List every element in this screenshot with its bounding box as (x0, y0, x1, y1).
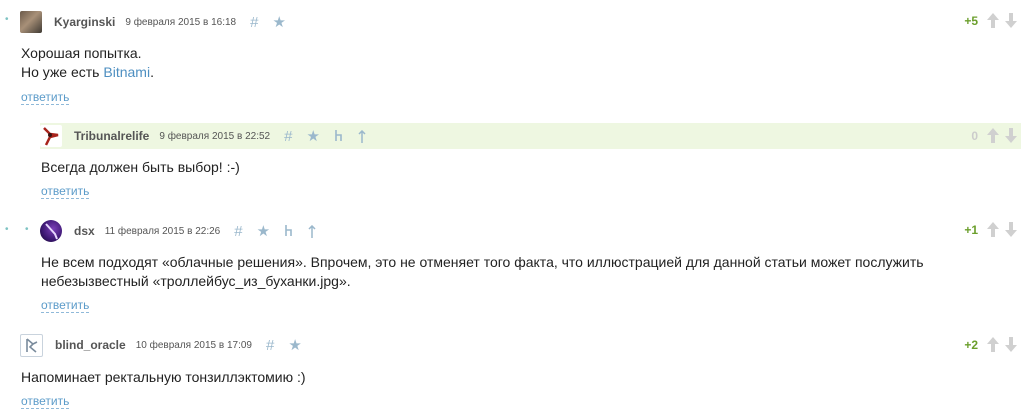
avatar[interactable] (40, 220, 62, 242)
comment-header: dsx 11 февраля 2015 в 22:26 # ★ (40, 218, 330, 244)
comment-text-line: небезызвестный «троллейбус_из_буханки.jp… (41, 273, 351, 289)
comment-time: 9 февраля 2015 в 22:52 (159, 130, 271, 142)
comment-time: 10 февраля 2015 в 17:09 (135, 339, 252, 351)
username[interactable]: Kyarginski (54, 15, 115, 29)
reply-link[interactable]: ответить (21, 395, 70, 409)
comment-text: Не всем подходят «облачные решения». Впр… (41, 253, 924, 291)
reply-link[interactable]: ответить (41, 185, 90, 199)
comment-text-line: Хорошая попытка. (21, 45, 142, 61)
comment-text: Хорошая попытка. Но уже есть Bitnami. (21, 44, 154, 82)
up-arrow-icon[interactable] (358, 129, 366, 143)
comment-text-line: Не всем подходят «облачные решения». Впр… (41, 254, 924, 270)
comment-text: Всегда должен быть выбор! :-) (41, 159, 240, 175)
vote-up-icon[interactable] (986, 127, 1000, 144)
vote-up-icon[interactable] (986, 221, 1000, 238)
text-fragment: . (150, 64, 154, 80)
bitnami-link[interactable]: Bitnami (103, 64, 150, 80)
parent-link-icon[interactable] (334, 130, 344, 142)
comment-tribunalrelife: Tribunalrelife 9 февраля 2015 в 22:52 # … (0, 105, 1035, 205)
hash-icon[interactable]: # (284, 128, 292, 145)
comment-score: +5 (964, 14, 978, 28)
username[interactable]: blind_oracle (55, 338, 126, 352)
text-fragment: Но уже есть (21, 64, 104, 80)
vote-up-icon[interactable] (986, 12, 1000, 29)
comment-header: Tribunalrelife 9 февраля 2015 в 22:52 # … (40, 123, 1021, 149)
comment-text-line: Но уже есть Bitnami. (21, 63, 154, 82)
vote-up-icon[interactable] (986, 336, 1000, 353)
username[interactable]: Tribunalrelife (74, 129, 149, 143)
parent-link-icon[interactable] (284, 225, 294, 237)
comment-kyarginski: • Kyarginski 9 февраля 2015 в 16:18 # ★ … (0, 0, 1035, 105)
avatar[interactable] (20, 333, 43, 357)
comment-score: 0 (971, 129, 978, 143)
comment-bullet: • (5, 14, 9, 25)
username[interactable]: dsx (74, 224, 95, 238)
avatar[interactable] (20, 11, 42, 33)
comment-header: blind_oracle 10 февраля 2015 в 17:09 # ★ (20, 332, 316, 358)
comment-text: Напоминает ректальную тонзиллэктомию :) (21, 369, 306, 385)
comment-score: +2 (964, 338, 978, 352)
comment-time: 9 февраля 2015 в 16:18 (125, 16, 237, 28)
comment-bullet: • (25, 224, 29, 235)
comment-blind-oracle: blind_oracle 10 февраля 2015 в 17:09 # ★… (0, 315, 1035, 415)
comment-dsx: • • dsx 11 февраля 2015 в 22:26 # ★ +1 Н… (0, 205, 1035, 315)
hash-icon[interactable]: # (250, 14, 258, 31)
star-icon[interactable]: ★ (257, 222, 270, 240)
vote-down-icon[interactable] (1004, 221, 1018, 238)
comment-time: 11 февраля 2015 в 22:26 (104, 225, 221, 237)
star-icon[interactable]: ★ (288, 336, 301, 354)
comment-bullet: • (5, 224, 9, 235)
up-arrow-icon[interactable] (308, 224, 316, 238)
reply-link[interactable]: ответить (21, 91, 70, 105)
star-icon[interactable]: ★ (306, 127, 319, 145)
vote-down-icon[interactable] (1004, 127, 1018, 144)
avatar[interactable] (40, 125, 62, 147)
vote-down-icon[interactable] (1004, 12, 1018, 29)
hash-icon[interactable]: # (266, 337, 274, 354)
star-icon[interactable]: ★ (272, 13, 285, 31)
comment-score: +1 (964, 223, 978, 237)
vote-down-icon[interactable] (1004, 336, 1018, 353)
comment-header: Kyarginski 9 февраля 2015 в 16:18 # ★ (20, 9, 300, 35)
hash-icon[interactable]: # (234, 223, 242, 240)
reply-link[interactable]: ответить (41, 299, 90, 313)
